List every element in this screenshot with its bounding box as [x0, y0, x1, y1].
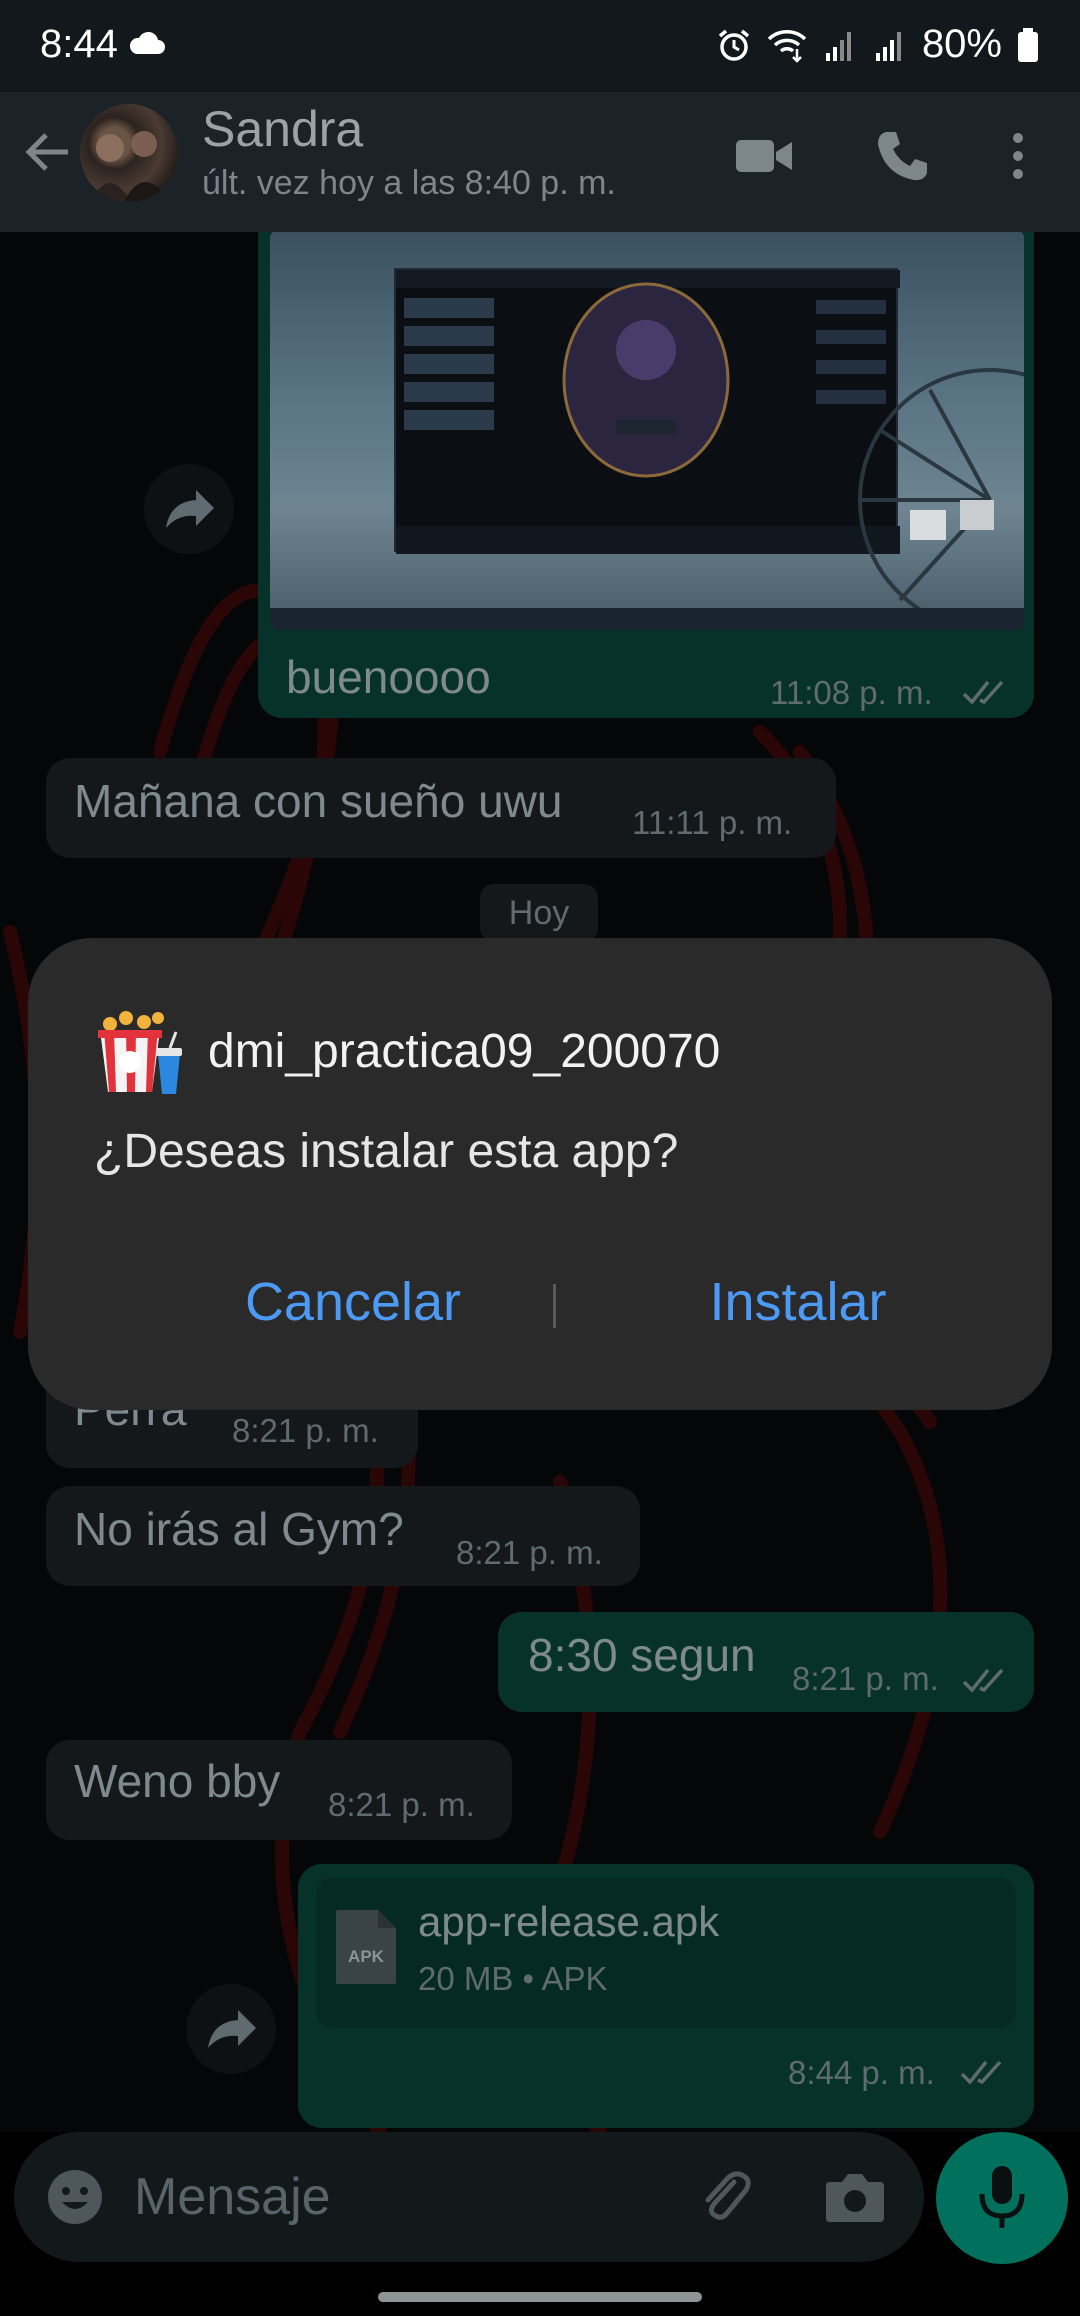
contact-name[interactable]: Sandra [202, 100, 363, 158]
install-button[interactable]: Instalar [608, 1256, 988, 1348]
voice-message-button[interactable] [936, 2132, 1068, 2264]
popcorn-app-icon [98, 1011, 182, 1094]
wifi-icon [767, 29, 807, 63]
battery-icon [1018, 27, 1038, 62]
message-time: 11:11 p. m. [632, 804, 793, 841]
apk-file-label: APK [348, 1947, 385, 1966]
chat-header: Sandra últ. vez hoy a las 8:40 p. m. [0, 92, 1080, 232]
signal-icon-2 [875, 31, 901, 61]
forward-button[interactable] [144, 464, 234, 554]
file-name: app-release.apk [418, 1898, 720, 1945]
forward-button[interactable] [186, 1984, 276, 2074]
cloud-icon [129, 31, 165, 54]
microphone-icon [979, 2166, 1025, 2228]
message-text: Weno bby [74, 1755, 281, 1807]
avatar[interactable] [80, 104, 178, 202]
battery-percent: 80% [921, 22, 1002, 66]
video-call-icon[interactable] [734, 128, 794, 184]
signal-icon [825, 31, 851, 61]
message-text: 8:30 segun [528, 1629, 756, 1681]
shared-image[interactable] [270, 232, 1024, 630]
message-composer [14, 2132, 924, 2262]
message-time: 11:08 p. m. [770, 674, 933, 711]
message-text: No irás al Gym? [74, 1503, 404, 1555]
double-check-icon [960, 2060, 1002, 2085]
status-time: 8:44 [40, 22, 118, 66]
message-time: 8:21 p. m. [328, 1786, 475, 1823]
document-card[interactable]: APK app-release.apk 20 MB • APK [316, 1878, 1016, 2028]
double-check-icon [962, 1668, 1004, 1693]
button-divider [553, 1284, 556, 1328]
status-icons: 80% [716, 22, 1040, 67]
install-dialog: dmi_practica09_200070 ¿Deseas instalar e… [28, 938, 1052, 1410]
app-name: dmi_practica09_200070 [208, 1025, 721, 1078]
forward-icon [208, 2010, 256, 2048]
ferris-wheel [858, 368, 1024, 630]
message-input[interactable] [134, 2156, 674, 2238]
message-text: buenoooo [286, 651, 491, 703]
back-arrow-icon[interactable] [22, 126, 74, 178]
alarm-icon [718, 29, 750, 61]
voice-call-icon[interactable] [872, 128, 932, 184]
double-check-icon [962, 680, 1004, 705]
forward-icon [166, 490, 214, 528]
contact-last-seen: últ. vez hoy a las 8:40 p. m. [202, 164, 616, 202]
avatar-image [90, 131, 170, 202]
attach-icon[interactable] [694, 2166, 756, 2228]
install-question: ¿Deseas instalar esta app? [94, 1125, 679, 1178]
date-separator: Hoy [480, 884, 598, 942]
apk-file-icon: APK [336, 1910, 396, 1984]
emoji-icon[interactable] [44, 2166, 106, 2228]
cancel-button[interactable]: Cancelar [178, 1256, 528, 1348]
message-time: 8:21 p. m. [792, 1660, 939, 1697]
home-indicator[interactable] [378, 2292, 702, 2302]
message-time: 8:44 p. m. [788, 2054, 935, 2091]
message-text: Mañana con sueño uwu [74, 775, 563, 827]
status-bar: 8:44 80% [0, 0, 1080, 92]
taskbar [270, 608, 1024, 630]
more-options-icon[interactable] [1000, 128, 1036, 184]
message-time: 8:21 p. m. [232, 1412, 379, 1449]
file-meta: 20 MB • APK [418, 1960, 608, 1997]
camera-icon[interactable] [824, 2168, 886, 2226]
message-time: 8:21 p. m. [456, 1534, 603, 1571]
